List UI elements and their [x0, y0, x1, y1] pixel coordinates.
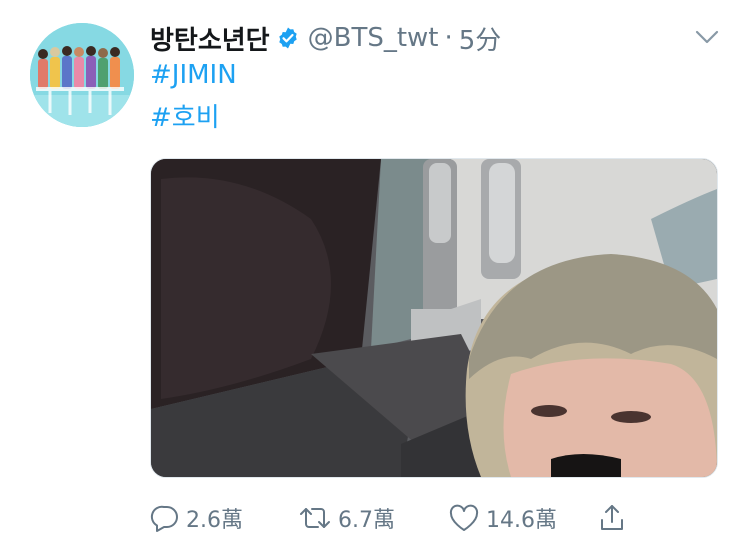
hashtag-jimin[interactable]: #JIMIN: [150, 60, 237, 90]
hashtag-hobi[interactable]: #호비: [150, 97, 220, 134]
verified-badge-icon: [278, 27, 297, 49]
user-handle[interactable]: @BTS_twt: [308, 23, 439, 53]
reply-button[interactable]: 2.6萬: [150, 500, 243, 536]
reply-icon: [150, 505, 178, 532]
chevron-down-icon[interactable]: [694, 28, 720, 46]
retweet-icon: [300, 508, 330, 528]
tweet-actions: 2.6萬 6.7萬 14.6萬: [150, 500, 720, 536]
avatar-image: [30, 23, 134, 127]
separator-dot: ·: [444, 23, 453, 53]
display-name[interactable]: 방탄소년단: [150, 20, 270, 57]
timestamp[interactable]: 5分: [459, 20, 502, 57]
share-icon: [601, 505, 623, 530]
retweet-button[interactable]: 6.7萬: [298, 500, 395, 536]
avatar[interactable]: [30, 23, 134, 127]
like-count: 14.6萬: [486, 508, 557, 533]
tweet-photo[interactable]: [150, 158, 718, 478]
reply-count: 2.6萬: [186, 508, 243, 533]
photo-image: [151, 159, 717, 477]
tweet-header: 방탄소년단 @BTS_twt · 5分: [150, 18, 501, 58]
retweet-count: 6.7萬: [338, 508, 395, 533]
share-button[interactable]: [596, 500, 634, 536]
heart-icon: [449, 504, 479, 531]
like-button[interactable]: 14.6萬: [448, 500, 557, 536]
